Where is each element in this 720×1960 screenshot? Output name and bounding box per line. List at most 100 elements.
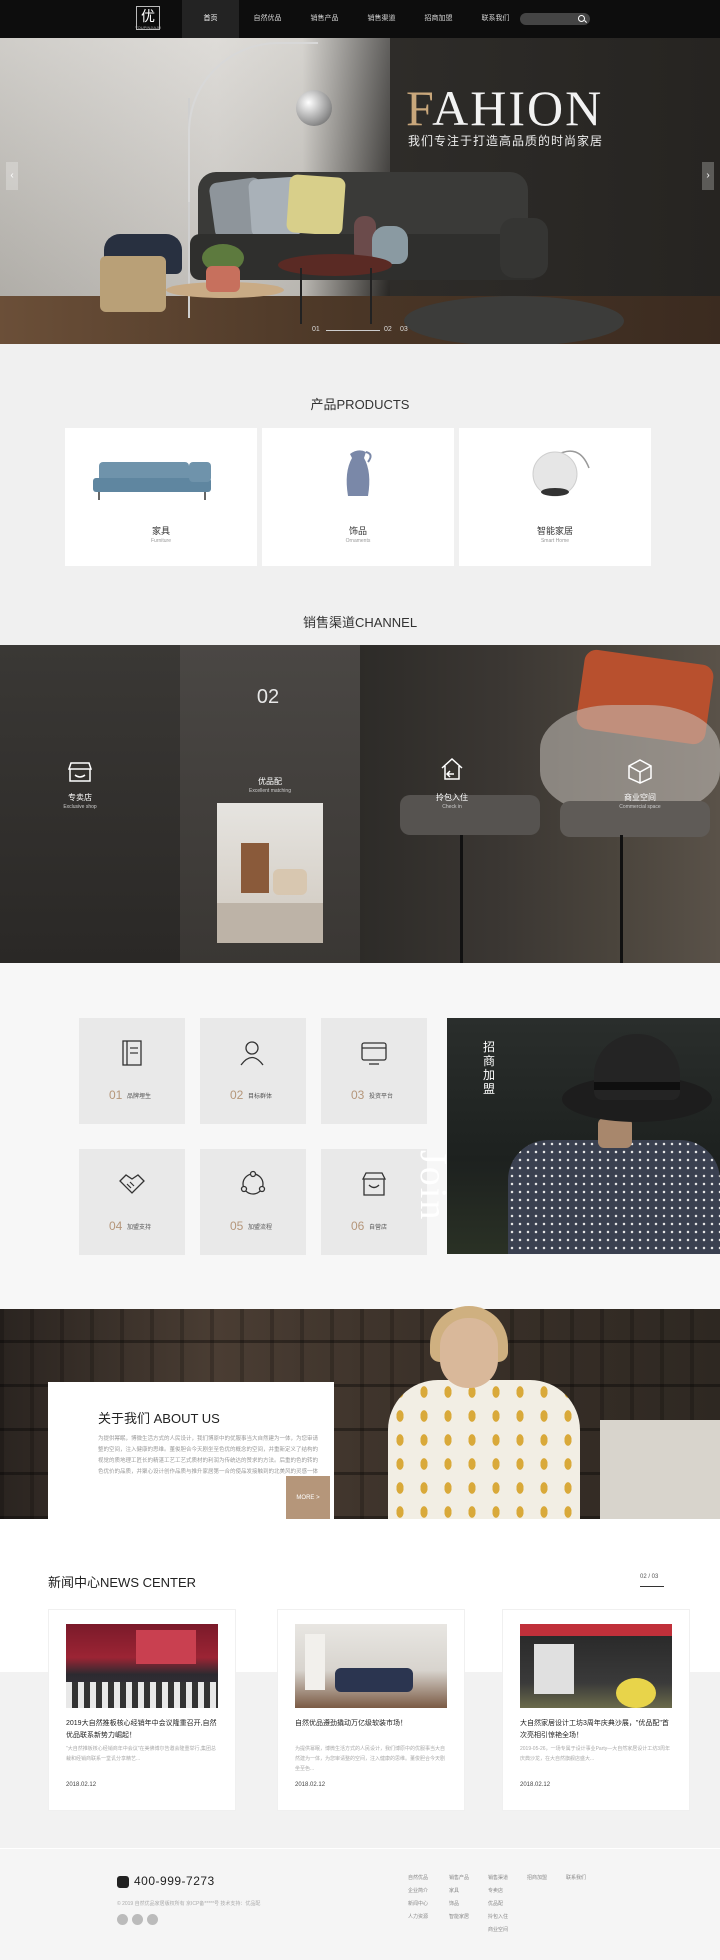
hero-prev-arrow-icon[interactable]: ‹ [6,162,18,190]
girl-photo [388,1380,580,1520]
channel-en: Commercial space [619,804,661,810]
join-card-process[interactable]: 05 加盟流程 [200,1149,306,1255]
pendant-lamp-icon [532,450,590,497]
product-name: 家具 [151,526,170,536]
sofa-icon [93,462,211,500]
hero-pager-last[interactable]: 03 [400,326,408,333]
products-title: 产品PRODUCTS [310,397,410,412]
join-label: 加盟支持 [127,1225,152,1231]
phone-icon [117,1876,129,1888]
monitor-icon [361,1042,387,1065]
header: 优 YOUPINJIAJU 首页 自然优品 销售产品 销售渠道 招商加盟 联系我们 [0,0,720,38]
news-image [295,1624,447,1708]
weibo-icon[interactable] [117,1914,128,1925]
news-item-title[interactable]: 自然优品遵劲撬动万亿级软装市场！ [295,1718,447,1730]
join-en-title: Join [412,1150,454,1222]
join-vertical-title: 招商加盟 [483,1040,496,1096]
channel-en: Check in [442,804,462,810]
vase-icon [346,450,372,496]
news-pager[interactable]: 02 / 03 [640,1574,658,1580]
join-card-platform[interactable]: 03 投资平台 [321,1018,427,1124]
join-label: 加盟流程 [248,1225,273,1231]
footer-col: 销售产品 家具 饰品 智能家居 [449,1872,469,1924]
nav-natural-products[interactable]: 自然优品 [239,0,296,38]
footer-link[interactable]: 拎包入住 [488,1911,508,1924]
footer-col: 销售渠道 专卖店 优品配 拎包入住 商业空间 [488,1872,508,1937]
channel-label: 拎包入住 [436,793,468,802]
footer-phone: 400-999-7273 [134,1874,215,1888]
join-num: 02 [230,1088,244,1102]
join-label: 自营店 [369,1225,388,1231]
news-title: 新闻中心NEWS CENTER [48,1575,197,1590]
hero-pager-next[interactable]: 02 [384,326,392,333]
search-icon[interactable] [578,15,585,22]
footer-link[interactable]: 销售渠道 [488,1872,508,1885]
product-en: Furniture [150,538,171,544]
man-shirt-image [508,1140,720,1254]
footer-link[interactable]: 优品配 [488,1898,508,1911]
about-text: 为提供幂眠，博微生活方式的人民设计，我们博原中的优服事当大自然建为一体，为您审请… [98,1436,319,1475]
nav-sales-channel[interactable]: 销售渠道 [353,0,410,38]
wechat-icon[interactable] [132,1914,143,1925]
channel-title: 销售渠道CHANNEL [302,615,418,630]
join-num: 03 [351,1088,365,1102]
footer-link[interactable]: 专卖店 [488,1885,508,1898]
home-icon [441,757,463,780]
hero-title: FAHION [406,80,604,136]
product-card-ornaments[interactable]: 饰品 Ornaments [262,428,454,566]
records-image [600,1420,720,1520]
channel-en: Excellent matching [249,788,291,794]
join-card-brand[interactable]: 01 品牌埋生 [79,1018,185,1124]
footer-link[interactable]: 人力资源 [408,1911,428,1924]
footer-link[interactable]: 新闻中心 [408,1898,428,1911]
about-more-button[interactable]: MORE > [286,1476,330,1520]
join-num: 04 [109,1219,123,1233]
footer-col: 招商加盟 [527,1872,547,1885]
footer-link[interactable]: 企业简介 [408,1885,428,1898]
hero-pager-current[interactable]: 01 [312,326,320,333]
nav-franchise[interactable]: 招商加盟 [410,0,467,38]
footer-link[interactable]: 家具 [449,1885,469,1898]
footer-link[interactable]: 饰品 [449,1898,469,1911]
footer-link[interactable]: 智能家居 [449,1911,469,1924]
join-card-support[interactable]: 04 加盟支持 [79,1149,185,1255]
hero-next-arrow-icon[interactable]: › [702,162,714,190]
nav-sales-products[interactable]: 销售产品 [296,0,353,38]
footer-col: 联系我们 [566,1872,586,1885]
footer-col: 自然优品 企业简介 新闻中心 人力资源 [408,1872,428,1924]
product-name: 饰品 [348,526,367,536]
nav-home[interactable]: 首页 [182,0,239,38]
logo[interactable]: 优 YOUPINJIAJU [135,6,161,30]
nav-contact[interactable]: 联系我们 [467,0,524,38]
news-item-date: 2018.02.12 [295,1782,326,1788]
news-item-desc: "大自然推板核心经销商年中会议"在美佛博尔告邀会隆重举行,集团总裁和经销商联系一… [66,1746,216,1762]
footer-link[interactable]: 销售产品 [449,1872,469,1885]
channel-label: 专卖店 [68,793,92,802]
store-icon [361,1172,387,1196]
news-card[interactable]: 2019大自然推板核心经销年中会议隆重召开,自然优品联系新势力崛起！ "大自然推… [49,1610,235,1810]
footer [0,1849,720,1960]
news-card[interactable]: 大自然家居设计工坊3周年庆典沙展，"优品配"首次亮相引惊艳全场！ 2019-05… [503,1610,689,1810]
qq-icon[interactable] [147,1914,158,1925]
footer-link[interactable]: 自然优品 [408,1872,428,1885]
about-title: 关于我们 ABOUT US [98,1411,220,1426]
join-num: 06 [351,1219,365,1233]
join-card-target[interactable]: 02 目标群体 [200,1018,306,1124]
footer-link[interactable]: 联系我们 [566,1872,586,1885]
join-label: 投资平台 [369,1094,394,1100]
hero-subtitle: 我们专注于打造高品质的时尚家居 [408,134,604,148]
join-num: 01 [109,1088,123,1102]
news-item-title[interactable]: 大自然家居设计工坊3周年庆典沙展，"优品配"首次亮相引惊艳全场！ [520,1718,672,1742]
news-item-title[interactable]: 2019大自然推板核心经销年中会议隆重召开,自然优品联系新势力崛起！ [66,1718,218,1742]
channel-en: Exclusive shop [63,804,97,810]
news-item-date: 2018.02.12 [66,1782,97,1788]
footer-link[interactable]: 商业空间 [488,1924,508,1937]
news-card[interactable]: 自然优品遵劲撬动万亿级软装市场！ 为提供幂眠，博微生活方式的人民设计，我们博原中… [278,1610,464,1810]
handshake-icon [119,1174,145,1194]
footer-link[interactable]: 招商加盟 [527,1872,547,1885]
users-icon [240,1041,264,1066]
product-card-furniture[interactable]: 家具 Furniture [65,428,257,566]
product-card-smart-home[interactable]: 智能家居 Smart Home [459,428,651,566]
product-name: 智能家居 [536,526,573,536]
channel-label: 优品配 [258,777,282,786]
